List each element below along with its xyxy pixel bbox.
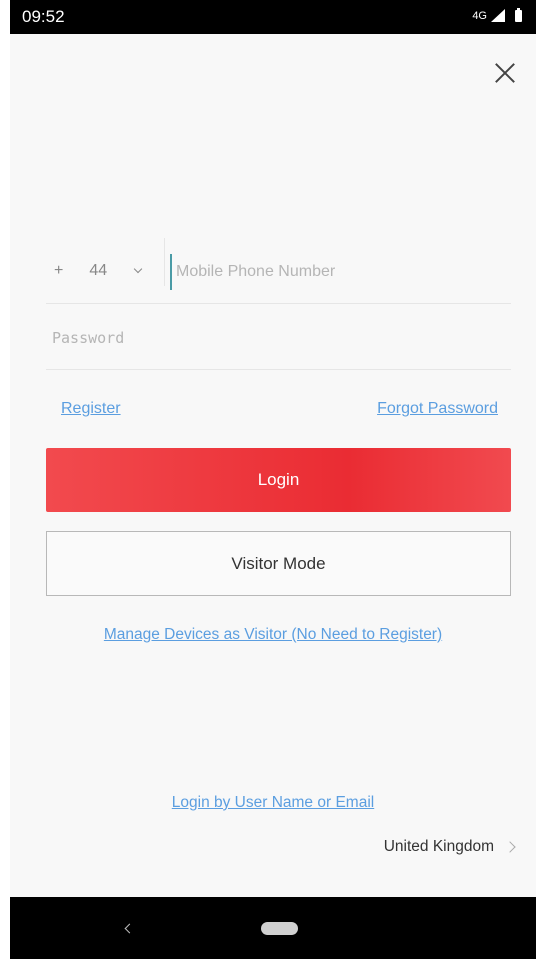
manage-devices-visitor-link[interactable]: Manage Devices as Visitor (No Need to Re… xyxy=(10,626,536,644)
home-icon[interactable] xyxy=(261,922,298,935)
country-code-value: 44 xyxy=(89,261,108,279)
login-by-username-link[interactable]: Login by User Name or Email xyxy=(10,794,536,812)
chevron-down-icon xyxy=(133,264,143,273)
login-button[interactable]: Login xyxy=(46,448,511,512)
country-code-plus: + xyxy=(54,261,64,279)
forgot-password-link[interactable]: Forgot Password xyxy=(377,400,498,418)
chevron-right-icon xyxy=(504,841,516,853)
status-time: 09:52 xyxy=(22,7,65,26)
status-bar: 09:52 4G xyxy=(10,0,536,34)
phone-number-row: + 44 xyxy=(46,238,511,304)
signal-icon xyxy=(491,9,505,22)
phone-number-input[interactable] xyxy=(170,254,508,290)
region-selector[interactable]: United Kingdom xyxy=(383,838,516,856)
network-type: 4G xyxy=(472,9,487,22)
battery-icon xyxy=(515,7,522,22)
visitor-mode-button[interactable]: Visitor Mode xyxy=(46,531,511,596)
country-code-divider xyxy=(164,238,165,286)
password-row xyxy=(46,304,511,370)
region-label: United Kingdom xyxy=(383,838,494,855)
close-icon[interactable] xyxy=(494,62,516,84)
country-code-selector[interactable]: + 44 xyxy=(46,238,164,303)
password-input[interactable] xyxy=(50,320,494,356)
status-indicators: 4G xyxy=(472,7,522,22)
register-link[interactable]: Register xyxy=(61,400,121,418)
back-icon[interactable] xyxy=(124,923,135,934)
navigation-bar xyxy=(10,897,536,959)
phone-screen: 09:52 4G + 44 Register Forgot Password L… xyxy=(10,0,536,959)
